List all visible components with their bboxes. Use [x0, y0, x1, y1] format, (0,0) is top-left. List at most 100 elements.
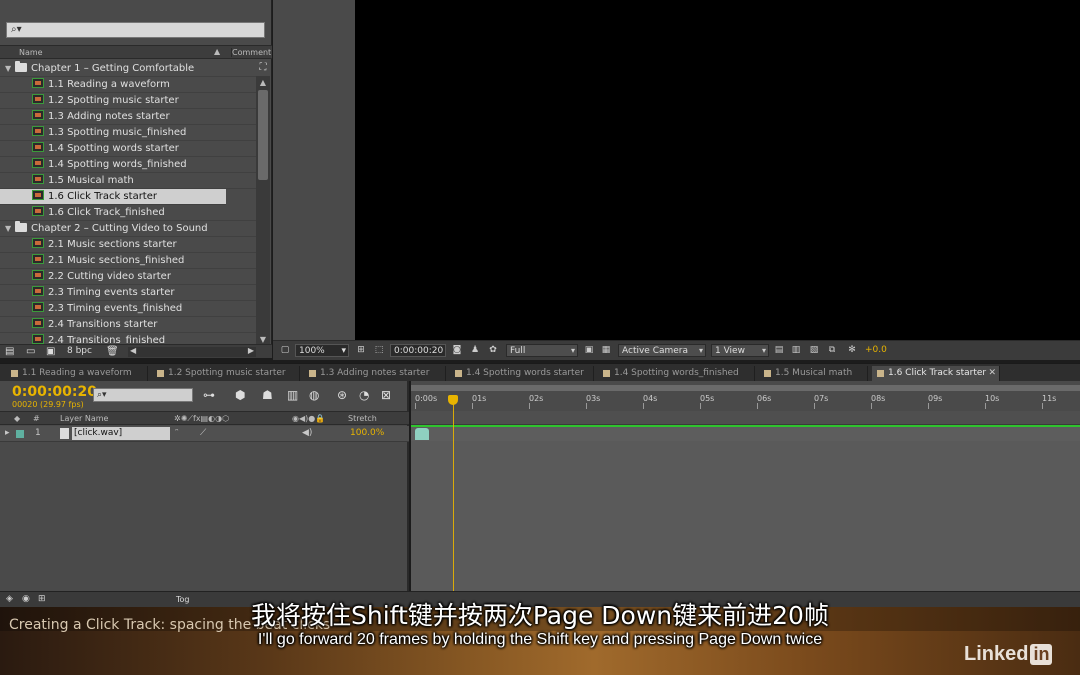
zoom-value: 100%: [299, 346, 325, 356]
comp-tab[interactable]: 1.6 Click Track starter ✕: [872, 366, 1000, 381]
project-folder[interactable]: ▼ Chapter 2 – Cutting Video to Sound: [0, 221, 256, 237]
transparency-grid-icon[interactable]: ▦: [600, 344, 612, 357]
comp-label-swatch: [455, 370, 462, 377]
views-dropdown[interactable]: 1 View ▾: [711, 344, 769, 357]
graph-editor-icon[interactable]: ⊛: [337, 388, 347, 402]
comp-tab[interactable]: 1.2 Spotting music starter: [152, 366, 300, 381]
mask-visibility-icon[interactable]: ⬚: [373, 344, 385, 357]
frame-blending-icon[interactable]: ▥: [287, 388, 298, 402]
comp-flowchart-icon[interactable]: ⧉: [826, 344, 838, 357]
resolution-dropdown[interactable]: Full ▾: [506, 344, 578, 357]
motion-blur-icon[interactable]: ◍: [309, 388, 319, 402]
composition-icon: [32, 254, 44, 264]
trash-icon[interactable]: 🗑: [106, 346, 119, 357]
snapshot-icon[interactable]: ◙: [451, 344, 463, 357]
sort-up-icon[interactable]: ▲: [214, 47, 220, 56]
scroll-right-icon[interactable]: ▶: [248, 346, 254, 355]
project-search-input[interactable]: ⌕▾: [6, 22, 265, 38]
column-layer-name[interactable]: Layer Name: [60, 414, 108, 423]
ruler-tick-label: 05s: [700, 394, 715, 409]
project-item[interactable]: 2.1 Music sections starter: [0, 237, 256, 253]
composition-viewer: ▢ 100% ▾ ⊞ ⬚ 0:00:00:20 ◙ ♟ ✿ Full ▾ ▣ ▦ …: [273, 0, 1080, 360]
live-update-icon[interactable]: ⊠: [381, 388, 391, 402]
project-item[interactable]: 1.4 Spotting words_finished: [0, 157, 256, 173]
safe-zones-icon[interactable]: ⊞: [355, 344, 367, 357]
layer-duration-bar[interactable]: [411, 425, 1080, 441]
comp-tab[interactable]: 1.1 Reading a waveform: [6, 366, 148, 381]
work-area-bar[interactable]: [411, 385, 1080, 391]
region-of-interest-icon[interactable]: ▣: [583, 344, 595, 357]
column-number[interactable]: #: [33, 414, 40, 423]
interpret-footage-icon[interactable]: ▤: [5, 346, 14, 357]
comp-mini-flowchart-icon[interactable]: ⊶: [203, 388, 215, 402]
exposure-value[interactable]: +0.0: [865, 344, 887, 357]
stopwatch-icon[interactable]: ◔: [359, 388, 369, 402]
scroll-up-icon[interactable]: ▲: [258, 78, 268, 87]
comp-tab[interactable]: 1.5 Musical math: [759, 366, 868, 381]
expand-triangle-icon[interactable]: ▸: [5, 428, 10, 438]
ruler-tick-label: 09s: [928, 394, 943, 409]
resolution-value: Full: [510, 346, 526, 356]
timeline-current-time[interactable]: 0:00:00:20: [12, 384, 97, 400]
project-item[interactable]: 1.1 Reading a waveform: [0, 77, 256, 93]
close-tab-icon[interactable]: ✕: [988, 366, 996, 380]
project-vertical-scrollbar[interactable]: ▲ ▼: [256, 76, 270, 344]
project-item[interactable]: 1.6 Click Track starter: [0, 189, 226, 205]
project-item[interactable]: 2.4 Transitions_finished: [0, 333, 256, 344]
comp-tab[interactable]: 1.3 Adding notes starter: [304, 366, 446, 381]
project-horizontal-scrollbar[interactable]: ◀ ▶: [128, 346, 256, 357]
scroll-thumb[interactable]: [258, 90, 268, 180]
project-folder[interactable]: ▼ Chapter 1 – Getting Comfortable: [0, 61, 256, 77]
new-folder-icon[interactable]: ▭: [26, 346, 35, 357]
draft-3d-icon[interactable]: ⬢: [235, 388, 245, 402]
bit-depth-button[interactable]: 8 bpc: [67, 346, 92, 356]
reset-exposure-icon[interactable]: ✻: [846, 344, 858, 357]
project-item[interactable]: 2.3 Timing events_finished: [0, 301, 256, 317]
current-time-display[interactable]: 0:00:00:20: [390, 344, 446, 357]
column-stretch[interactable]: Stretch: [348, 414, 377, 423]
project-item[interactable]: 1.6 Click Track_finished: [0, 205, 256, 221]
scroll-down-icon[interactable]: ▼: [258, 335, 268, 344]
layer-name[interactable]: [click.wav]: [72, 427, 170, 440]
comp-tab[interactable]: 1.4 Spotting words_finished: [598, 366, 755, 381]
project-item[interactable]: 2.1 Music sections_finished: [0, 253, 256, 269]
shy-switch-icon[interactable]: ᵔ: [175, 428, 179, 438]
audio-speaker-icon[interactable]: ◀): [302, 428, 312, 438]
column-name[interactable]: Name: [19, 48, 43, 57]
project-item[interactable]: 2.2 Cutting video starter: [0, 269, 256, 285]
flowchart-icon[interactable]: ⛶: [256, 62, 270, 74]
column-comment[interactable]: Comment: [231, 48, 271, 57]
project-item[interactable]: 2.4 Transitions starter: [0, 317, 256, 333]
chevron-down-icon: ▾: [698, 346, 703, 355]
quality-switch-icon[interactable]: ⟋: [200, 428, 206, 438]
project-item[interactable]: 1.3 Spotting music_finished: [0, 125, 256, 141]
timeline-icon[interactable]: ▧: [808, 344, 820, 357]
expand-triangle-icon[interactable]: ▼: [5, 61, 15, 77]
current-time-indicator[interactable]: [453, 395, 454, 591]
timeline-search-input[interactable]: ⌕▾: [93, 388, 193, 402]
color-channels-icon[interactable]: ✿: [487, 344, 499, 357]
scroll-left-icon[interactable]: ◀: [130, 346, 136, 355]
zoom-dropdown[interactable]: 100% ▾: [295, 344, 349, 357]
show-snapshot-icon[interactable]: ♟: [469, 344, 481, 357]
always-preview-icon[interactable]: ▢: [279, 344, 291, 357]
hide-shy-layers-icon[interactable]: ☗: [262, 388, 273, 402]
layer-label-color[interactable]: [16, 430, 24, 438]
camera-dropdown[interactable]: Active Camera ▾: [618, 344, 706, 357]
playhead-handle[interactable]: [448, 395, 458, 405]
label-tag-icon[interactable]: ◆: [14, 414, 20, 423]
fast-previews-icon[interactable]: ▥: [790, 344, 802, 357]
new-composition-icon[interactable]: ▣: [46, 346, 55, 357]
project-item[interactable]: 1.3 Adding notes starter: [0, 109, 256, 125]
layer-row[interactable]: ▸ 1 [click.wav] ᵔ ⟋ ◀) 100.0%: [0, 426, 409, 442]
project-item[interactable]: 1.5 Musical math: [0, 173, 256, 189]
composition-canvas[interactable]: [355, 0, 1080, 340]
toggle-pixel-aspect-icon[interactable]: ▤: [773, 344, 785, 357]
comp-tab[interactable]: 1.4 Spotting words starter: [450, 366, 594, 381]
project-item[interactable]: 2.3 Timing events starter: [0, 285, 256, 301]
expand-triangle-icon[interactable]: ▼: [5, 221, 15, 237]
project-item[interactable]: 1.2 Spotting music starter: [0, 93, 256, 109]
time-ruler[interactable]: 0:00s 01s 02s 03s 04s 05s 06s 07s 08s 09s 10s 11s: [411, 381, 1080, 411]
project-item[interactable]: 1.4 Spotting words starter: [0, 141, 256, 157]
layer-stretch[interactable]: 100.0%: [350, 428, 384, 438]
